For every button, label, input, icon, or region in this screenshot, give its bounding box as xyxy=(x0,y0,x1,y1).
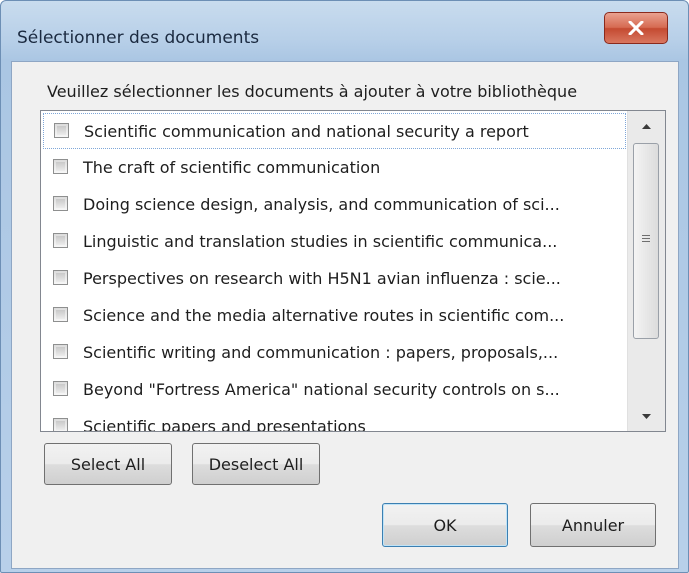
document-title: Scientific communication and national se… xyxy=(84,122,529,141)
document-checkbox[interactable] xyxy=(53,159,68,174)
document-checkbox[interactable] xyxy=(53,233,68,248)
close-button[interactable] xyxy=(604,12,668,44)
list-item[interactable]: Doing science design, analysis, and comm… xyxy=(43,187,626,223)
document-title: Scientific papers and presentations xyxy=(83,417,366,431)
document-title: Science and the media alternative routes… xyxy=(83,306,565,325)
instruction-text: Veuillez sélectionner les documents à aj… xyxy=(47,82,578,101)
document-checkbox[interactable] xyxy=(54,123,69,138)
document-checkbox[interactable] xyxy=(53,418,68,431)
dialog-window: Sélectionner des documents Veuillez séle… xyxy=(0,0,689,573)
document-title: Scientific writing and communication : p… xyxy=(83,343,559,362)
document-checkbox[interactable] xyxy=(53,307,68,322)
list-item[interactable]: Scientific communication and national se… xyxy=(43,113,626,149)
select-all-button[interactable]: Select All xyxy=(44,443,172,485)
document-checkbox[interactable] xyxy=(53,381,68,396)
scrollbar-thumb[interactable] xyxy=(633,143,659,339)
grip-icon xyxy=(642,235,650,245)
list-item[interactable]: Beyond "Fortress America" national secur… xyxy=(43,372,626,408)
arrow-down-icon xyxy=(642,413,651,419)
cancel-button[interactable]: Annuler xyxy=(530,503,656,547)
list-item[interactable]: Linguistic and translation studies in sc… xyxy=(43,224,626,260)
window-title: Sélectionner des documents xyxy=(17,28,260,48)
scroll-up-button[interactable] xyxy=(628,111,665,141)
list-item[interactable]: Scientific papers and presentations xyxy=(43,409,626,431)
arrow-up-icon xyxy=(642,123,651,129)
deselect-all-button[interactable]: Deselect All xyxy=(192,443,320,485)
document-title: Linguistic and translation studies in sc… xyxy=(83,232,558,251)
document-checkbox[interactable] xyxy=(53,344,68,359)
dialog-body: Veuillez sélectionner les documents à aj… xyxy=(11,61,679,569)
vertical-scrollbar[interactable] xyxy=(627,111,665,431)
document-checkbox[interactable] xyxy=(53,196,68,211)
document-title: Beyond "Fortress America" national secur… xyxy=(83,380,560,399)
ok-button[interactable]: OK xyxy=(382,503,508,547)
list-item[interactable]: Scientific writing and communication : p… xyxy=(43,335,626,371)
close-icon xyxy=(628,21,644,35)
list-item[interactable]: The craft of scientific communication xyxy=(43,150,626,186)
document-list[interactable]: Scientific communication and national se… xyxy=(40,110,666,432)
title-bar[interactable]: Sélectionner des documents xyxy=(1,1,688,61)
list-item[interactable]: Science and the media alternative routes… xyxy=(43,298,626,334)
scroll-down-button[interactable] xyxy=(628,401,665,431)
document-list-items: Scientific communication and national se… xyxy=(41,111,627,431)
document-checkbox[interactable] xyxy=(53,270,68,285)
document-title: The craft of scientific communication xyxy=(83,158,381,177)
document-title: Perspectives on research with H5N1 avian… xyxy=(83,269,561,288)
document-title: Doing science design, analysis, and comm… xyxy=(83,195,560,214)
list-item[interactable]: Perspectives on research with H5N1 avian… xyxy=(43,261,626,297)
